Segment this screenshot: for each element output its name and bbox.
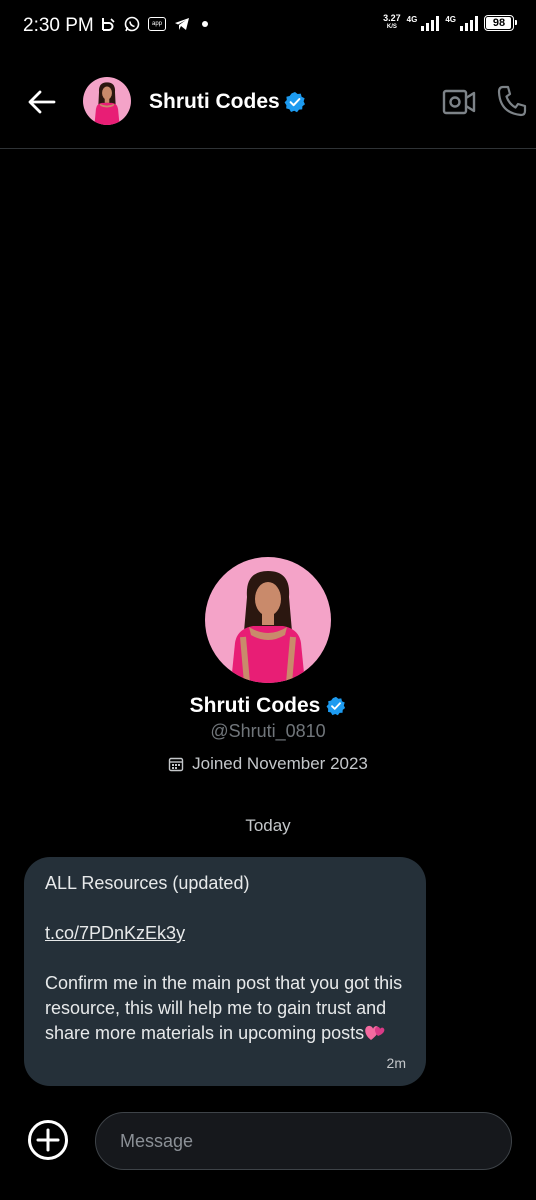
whatsapp-icon xyxy=(124,16,140,32)
back-button[interactable] xyxy=(26,86,58,118)
battery-percent: 98 xyxy=(492,17,506,29)
status-time: 2:30 PM xyxy=(23,15,94,36)
message-bubble[interactable]: ALL Resources (updated) t.co/7PDnKzEk3y … xyxy=(24,857,426,1086)
status-bar: 2:30 PM app 3.27 K/S 4G 4G 98 xyxy=(0,0,536,54)
signal-label: 4G xyxy=(445,15,456,24)
profile-name-row: Shruti Codes xyxy=(0,694,536,718)
profile-photo xyxy=(205,557,331,683)
status-notification-icons: app xyxy=(100,16,208,32)
message-line: ALL Resources (updated) xyxy=(45,873,250,893)
dot-icon xyxy=(202,21,208,27)
network-speed: 3.27 K/S xyxy=(383,14,401,32)
network-speed-value: 3.27 xyxy=(383,13,401,23)
date-separator: Today xyxy=(245,816,291,835)
network-speed-unit: K/S xyxy=(386,24,397,30)
signal-icon: 4G xyxy=(407,15,440,31)
profile-joined-row: Joined November 2023 xyxy=(0,754,536,774)
header-name[interactable]: Shruti Codes xyxy=(149,90,280,114)
add-media-button[interactable] xyxy=(27,1119,69,1161)
profile-photo xyxy=(83,77,131,125)
signal-label: 4G xyxy=(406,15,418,24)
message-time: 2m xyxy=(386,1055,406,1071)
signal-icon: 4G xyxy=(445,15,478,31)
verified-badge-icon xyxy=(284,92,305,113)
two-hearts-icon xyxy=(364,1022,386,1042)
calendar-icon xyxy=(168,757,184,772)
app-icon: app xyxy=(148,17,166,31)
add-circle-icon xyxy=(28,1120,68,1160)
video-call-icon xyxy=(442,89,476,115)
back-arrow-icon xyxy=(28,90,56,114)
profile-name: Shruti Codes xyxy=(189,694,321,717)
status-system-icons: 3.27 K/S 4G 4G 98 xyxy=(383,14,517,32)
video-call-button[interactable] xyxy=(442,86,476,118)
phone-call-icon xyxy=(497,85,527,117)
message-input[interactable] xyxy=(95,1112,512,1170)
battery-icon: 98 xyxy=(484,15,517,31)
verified-badge-icon xyxy=(326,696,346,716)
avatar[interactable] xyxy=(83,77,131,125)
telegram-icon xyxy=(174,17,190,31)
profile-joined-text: Joined November 2023 xyxy=(192,754,368,773)
message-body: Confirm me in the main post that you got… xyxy=(45,971,406,1046)
conversation-header: Shruti Codes xyxy=(0,54,536,149)
profile-handle: @Shruti_0810 xyxy=(210,721,326,741)
message-link[interactable]: t.co/7PDnKzEk3y xyxy=(45,923,185,943)
phone-call-button[interactable] xyxy=(496,84,528,118)
profile-avatar[interactable] xyxy=(205,557,331,683)
b-icon xyxy=(100,16,116,32)
message-body-text: Confirm me in the main post that you got… xyxy=(45,973,403,1043)
